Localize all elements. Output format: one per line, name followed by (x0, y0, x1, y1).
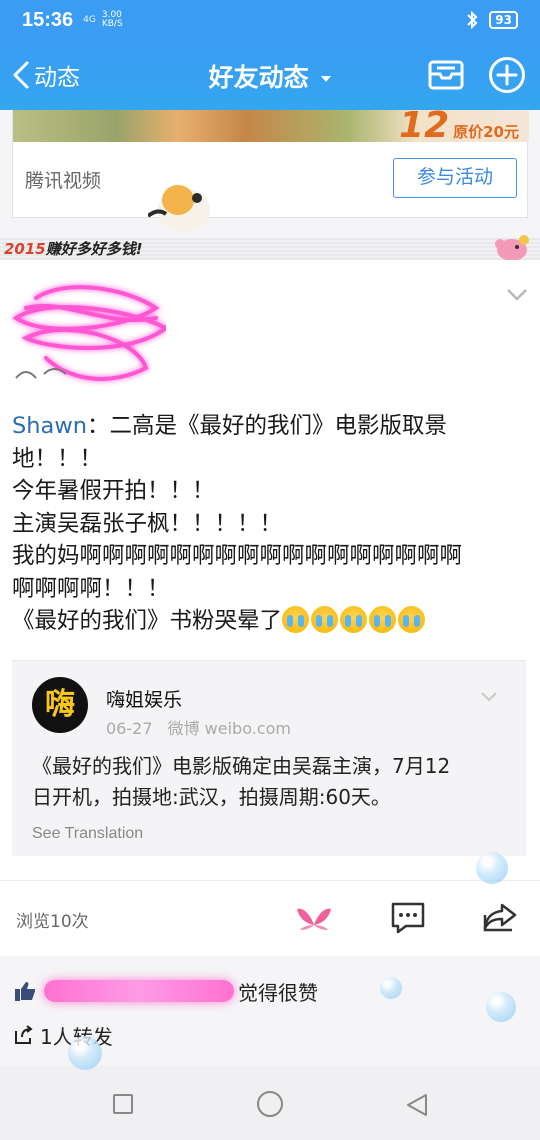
post-line-2: 地！！！ (12, 445, 103, 472)
ad-price-original: 原价20元 (453, 123, 519, 141)
banner-text: 2015赚好多好多钱! (4, 238, 143, 260)
caret-down-icon (321, 76, 332, 82)
likes-row[interactable]: 觉得很赞 (14, 976, 318, 1006)
post-author-link[interactable]: Shawn (12, 413, 87, 439)
shared-source-name[interactable]: 嗨姐娱乐 (106, 685, 182, 712)
network-indicator: 4G (83, 14, 96, 25)
post-line-3: 今年暑假开拍！！！ (12, 478, 215, 504)
like-wings-icon[interactable] (296, 903, 332, 931)
post-line-1: Shawn：二高是《最好的我们》电影版取景 (12, 410, 532, 443)
back-triangle-icon[interactable] (404, 1092, 430, 1118)
ad-source: 腾讯视频 (25, 170, 102, 192)
post-line-5: 我的妈啊啊啊啊啊啊啊啊啊啊啊啊啊啊啊啊啊 (12, 543, 463, 569)
view-count: 浏览10次 (16, 912, 89, 932)
share-icon[interactable] (482, 901, 518, 933)
plus-circle-icon (489, 57, 525, 93)
ad-price: 12 原价20元 (399, 110, 519, 142)
banner-year: 2015 (4, 240, 46, 258)
redacted-names (44, 980, 234, 1002)
feed-post: Shawn：二高是《最好的我们》电影版取景 地！！！ 今年暑假开拍！！！ 主演吴… (0, 260, 540, 880)
battery-indicator: 93 (489, 11, 518, 29)
nav-bar: 动态 好友动态 (0, 40, 540, 110)
recent-apps-button[interactable] (113, 1094, 133, 1114)
crying-emoji-icon (282, 606, 310, 633)
shared-text-line-2: 日开机，拍摄地:武汉，拍摄周期:60天。 (32, 785, 391, 809)
shared-text-line-1: 《最好的我们》电影版确定由吴磊主演，7月12 (32, 754, 451, 778)
theme-banner: 2015赚好多好多钱! (0, 235, 540, 261)
banner-slogan: 赚好多好多钱! (45, 240, 143, 258)
network-speed-unit: KB/S (101, 19, 123, 29)
comment-icon[interactable] (390, 901, 426, 935)
post-line-7: 《最好的我们》书粉哭晕了 (12, 605, 532, 638)
ad-price-big: 12 (399, 110, 450, 142)
chevron-down-icon[interactable] (506, 288, 528, 302)
ad-image[interactable]: 12 原价20元 (13, 110, 529, 142)
decorative-bubble (68, 1036, 102, 1070)
chevron-down-icon[interactable] (480, 691, 498, 703)
add-post-button[interactable] (488, 56, 526, 98)
post-header (0, 260, 540, 400)
post-line-7-text: 《最好的我们》书粉哭晕了 (12, 608, 283, 634)
network-speed: 3.00 KB/S (102, 11, 123, 29)
shared-source-avatar[interactable]: 嗨 (32, 677, 88, 733)
join-activity-button[interactable]: 参与活动 (393, 158, 517, 198)
post-line-4: 主演吴磊张子枫！！！！！ (12, 510, 283, 537)
bluetooth-icon (467, 10, 478, 30)
thumbs-up-icon (15, 982, 36, 1001)
see-translation-link[interactable]: See Translation (32, 825, 143, 843)
likes-suffix: 觉得很赞 (238, 980, 318, 1005)
avatar[interactable] (6, 278, 166, 388)
decorative-bubble (380, 977, 402, 999)
crying-emoji-icon (398, 606, 426, 633)
crying-emoji-icon (311, 606, 339, 633)
shared-date: 06-27 (106, 719, 153, 738)
system-navigation-bar (0, 1066, 540, 1140)
post-action-bar: 浏览10次 (0, 880, 540, 956)
post-line-1-text: ：二高是《最好的我们》电影版取景 (87, 413, 448, 439)
ad-card[interactable]: 12 原价20元 腾讯视频 参与活动 (12, 110, 529, 218)
crying-emoji-icon (340, 606, 368, 633)
status-bar: 15:36 4G 3.00 KB/S 93 (0, 0, 540, 40)
page-title-text: 好友动态 (208, 63, 309, 92)
post-line-6: 啊啊啊啊！！！ (12, 575, 170, 602)
shared-source: 微博 weibo.com (167, 719, 291, 738)
envelope-icon (428, 60, 464, 90)
home-button[interactable] (257, 1091, 283, 1117)
shared-text: 《最好的我们》电影版确定由吴磊主演，7月12 日开机，拍摄地:武汉，拍摄周期:6… (32, 751, 512, 813)
crying-emoji-icon (369, 606, 397, 633)
status-time: 15:36 (22, 8, 74, 31)
forward-icon (15, 1025, 33, 1044)
post-text: Shawn：二高是《最好的我们》电影版取景 地！！！ 今年暑假开拍！！！ 主演吴… (12, 410, 532, 638)
messages-button[interactable] (428, 56, 464, 96)
decorative-bubble (486, 992, 516, 1022)
decorative-bubble (476, 852, 508, 884)
shared-meta: 06-27 微博 weibo.com (106, 715, 291, 739)
cat-sticker-icon (148, 185, 210, 232)
shared-weibo-card[interactable]: 嗨 嗨姐娱乐 06-27 微博 weibo.com 《最好的我们》电影版确定由吴… (12, 660, 526, 856)
